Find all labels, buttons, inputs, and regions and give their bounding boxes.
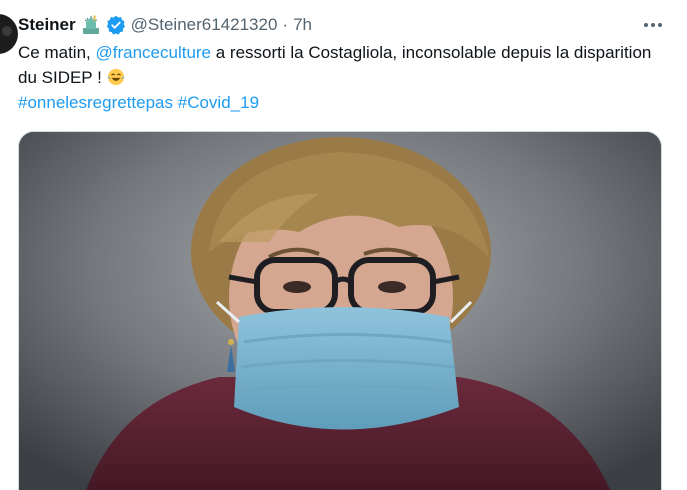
tweet-header: Steiner @Steiner61421320 · 7h <box>18 14 312 36</box>
tweet-photo[interactable] <box>18 131 662 490</box>
avatar[interactable] <box>0 14 18 54</box>
tweet-text: Ce matin, @franceculture a ressorti la C… <box>18 40 658 115</box>
verified-badge-icon <box>106 15 125 35</box>
more-options-button[interactable] <box>641 16 665 34</box>
tweet-text-part1: Ce matin, <box>18 43 96 62</box>
timestamp[interactable]: 7h <box>293 15 312 35</box>
hashtag-covid19[interactable]: #Covid_19 <box>178 93 259 112</box>
separator-dot: · <box>282 15 289 34</box>
more-dots-icon <box>644 23 662 27</box>
handle[interactable]: @Steiner61421320 <box>131 15 278 35</box>
mention-link[interactable]: @franceculture <box>95 43 211 62</box>
tweet-card[interactable]: Steiner @Steiner61421320 · 7h Ce matin, … <box>0 0 687 490</box>
hashtag-onnelesregrettepas[interactable]: #onnelesregrettepas <box>18 93 173 112</box>
tears-of-joy-emoji-icon <box>107 68 124 86</box>
display-name[interactable]: Steiner <box>18 15 76 35</box>
photo-portrait <box>19 132 661 490</box>
statue-of-liberty-emoji-icon <box>82 15 99 34</box>
